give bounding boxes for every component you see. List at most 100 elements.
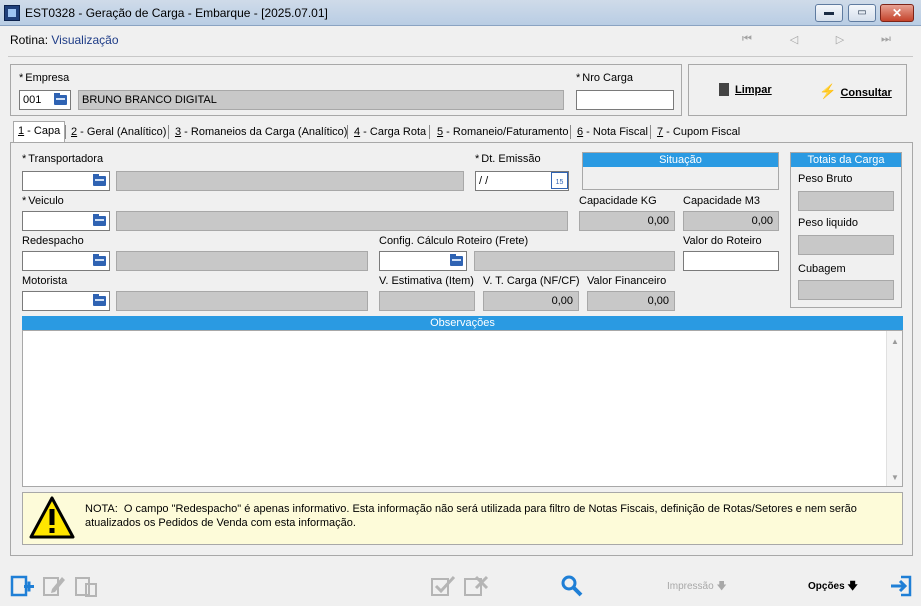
empresa-name-field: BRUNO BRANCO DIGITAL	[78, 90, 564, 110]
window-title: EST0328 - Geração de Carga - Embarque - …	[25, 6, 328, 20]
tab-separator	[570, 125, 571, 139]
peso-liquido-label: Peso liquido	[798, 217, 858, 229]
tab-cupom-fiscal[interactable]: 7 - Cupom Fiscal	[652, 122, 745, 142]
minimize-button[interactable]: ▬	[815, 4, 843, 22]
tab-romaneios[interactable]: 3 - Romaneios da Carga (Analítico)	[170, 122, 352, 142]
peso-liquido-field	[798, 235, 894, 255]
motorista-label: Motorista	[22, 275, 68, 287]
cubagem-label: Cubagem	[798, 263, 846, 275]
nav-next-icon[interactable]: ▷	[833, 33, 847, 47]
valor-financeiro-field: 0,00	[587, 291, 675, 311]
config-calculo-name-field	[474, 251, 675, 271]
impressao-button[interactable]: Impressão 🡇	[667, 579, 727, 596]
folder-icon	[93, 294, 106, 306]
capacidade-kg-field: 0,00	[579, 211, 675, 231]
config-calculo-label: Config. Cálculo Roteiro (Frete)	[379, 235, 529, 247]
nav-prev-icon[interactable]: ◁	[787, 33, 801, 47]
v-t-carga-field: 0,00	[483, 291, 579, 311]
close-button[interactable]: ✕	[880, 4, 914, 22]
tab-nota-fiscal[interactable]: 6 - Nota Fiscal	[572, 122, 653, 142]
rotina-label: Rotina:	[10, 33, 49, 47]
warning-icon	[29, 496, 75, 539]
folder-icon	[93, 214, 106, 226]
lightning-icon: ⚡	[819, 83, 837, 99]
edit-record-icon[interactable]	[42, 574, 66, 598]
observacoes-textarea[interactable]: ▲ ▼	[22, 330, 903, 487]
opcoes-button[interactable]: Opções 🡇	[808, 579, 858, 596]
capacidade-kg-label: Capacidade KG	[579, 195, 657, 207]
tab-separator	[168, 125, 169, 139]
scroll-up-icon[interactable]: ▲	[891, 337, 899, 346]
valor-roteiro-label: Valor do Roteiro	[683, 235, 762, 247]
empresa-lookup-button[interactable]	[52, 91, 70, 109]
nro-carga-label: * Nro Carga	[576, 72, 634, 84]
tab-separator	[429, 125, 430, 139]
transportadora-label: * Transportadora	[22, 153, 104, 165]
app-icon	[4, 5, 20, 21]
peso-bruto-field	[798, 191, 894, 211]
nav-first-icon[interactable]: ⏮	[740, 33, 754, 47]
observacoes-scrollbar[interactable]: ▲ ▼	[886, 331, 902, 486]
rotina-value: Visualização	[51, 33, 119, 47]
tab-romaneio-faturamento[interactable]: 5 - Romaneio/Faturamento	[432, 122, 573, 142]
tab-separator	[347, 125, 348, 139]
header-filter-box: * Empresa 001 BRUNO BRANCO DIGITAL * Nro C…	[10, 64, 682, 116]
valor-financeiro-label: Valor Financeiro	[587, 275, 667, 287]
situacao-header: Situação	[583, 153, 778, 167]
cubagem-field	[798, 280, 894, 300]
note-prefix: NOTA:	[85, 503, 118, 515]
redespacho-label: Redespacho	[22, 235, 84, 247]
calendar-icon[interactable]: 15	[551, 172, 568, 189]
tab-separator	[650, 125, 651, 139]
folder-icon	[450, 254, 463, 266]
config-calculo-lookup-button[interactable]	[448, 252, 466, 270]
scroll-down-icon[interactable]: ▼	[891, 473, 899, 482]
nav-last-icon[interactable]: ⏭	[879, 33, 893, 47]
new-record-icon[interactable]	[10, 574, 36, 598]
rotina-bar: Rotina: Visualização	[10, 33, 119, 47]
eraser-icon	[719, 83, 729, 96]
title-bar: EST0328 - Geração de Carga - Embarque - …	[0, 0, 921, 26]
v-t-carga-label: V. T. Carga (NF/CF)	[483, 275, 580, 287]
actions-box: Limpar ⚡ Consultar	[688, 64, 907, 116]
situacao-box: Situação	[582, 152, 779, 190]
arrow-down-icon: 🡇	[716, 581, 727, 592]
nro-carga-input[interactable]	[576, 90, 674, 110]
redespacho-name-field	[116, 251, 368, 271]
observacoes-header: Observações	[22, 316, 903, 330]
arrow-down-icon: 🡇	[847, 581, 858, 592]
delete-record-icon[interactable]	[74, 574, 98, 598]
v-estimativa-label: V. Estimativa (Item)	[379, 275, 474, 287]
totais-header: Totais da Carga	[791, 153, 901, 167]
capacidade-m3-label: Capacidade M3	[683, 195, 761, 207]
maximize-button[interactable]: ▭	[848, 4, 876, 22]
search-icon[interactable]	[560, 574, 584, 598]
tab-geral[interactable]: 2 - Geral (Analítico)	[66, 122, 171, 142]
v-estimativa-field	[379, 291, 475, 311]
folder-icon	[93, 254, 106, 266]
note-body: O campo "Redespacho" é apenas informativ…	[85, 503, 857, 529]
totais-box: Totais da Carga Peso Bruto Peso liquido …	[790, 152, 902, 308]
empresa-label: * Empresa	[19, 72, 70, 84]
tab-capa[interactable]: 1 - Capa	[13, 121, 66, 142]
exit-icon[interactable]	[889, 574, 913, 598]
folder-icon	[93, 174, 106, 186]
transportadora-lookup-button[interactable]	[91, 172, 109, 190]
valor-roteiro-input[interactable]	[683, 251, 779, 271]
folder-icon	[54, 93, 67, 105]
cancel-icon[interactable]	[463, 574, 489, 598]
veiculo-lookup-button[interactable]	[91, 212, 109, 230]
redespacho-lookup-button[interactable]	[91, 252, 109, 270]
capacidade-m3-field: 0,00	[683, 211, 779, 231]
bottom-toolbar: Impressão 🡇 Opções 🡇	[0, 566, 921, 606]
confirm-icon[interactable]	[430, 574, 456, 598]
divider	[8, 56, 913, 57]
limpar-button[interactable]: Limpar	[719, 83, 772, 96]
motorista-name-field	[116, 291, 368, 311]
peso-bruto-label: Peso Bruto	[798, 173, 853, 185]
tab-carga-rota[interactable]: 4 - Carga Rota	[349, 122, 431, 142]
consultar-button[interactable]: ⚡ Consultar	[819, 83, 892, 100]
transportadora-name-field	[116, 171, 464, 191]
motorista-lookup-button[interactable]	[91, 292, 109, 310]
note-text: NOTA: O campo "Redespacho" é apenas info…	[85, 502, 900, 530]
